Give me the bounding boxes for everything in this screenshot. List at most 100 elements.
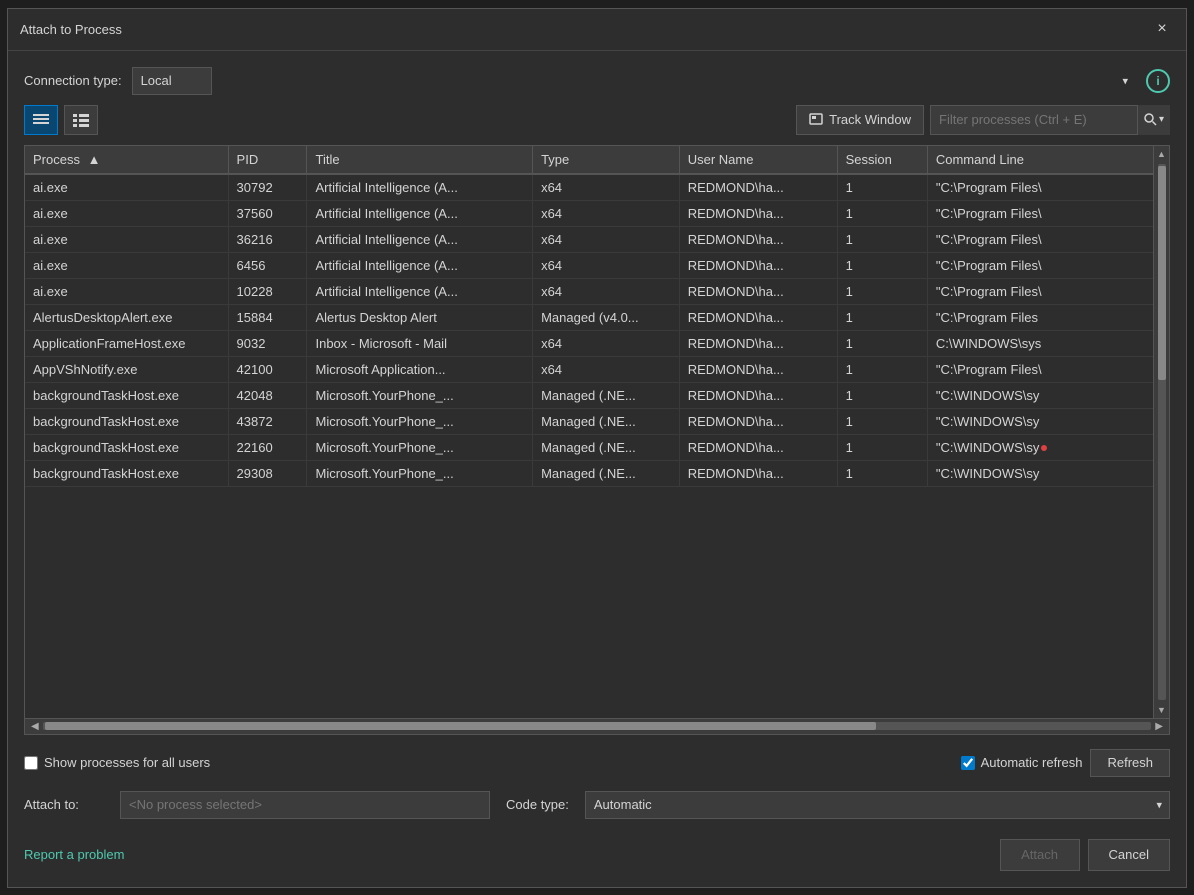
auto-refresh-checkbox[interactable] (961, 756, 975, 770)
table-row[interactable]: ai.exe30792Artificial Intelligence (A...… (25, 174, 1153, 201)
scroll-down-arrow[interactable]: ▼ (1157, 702, 1166, 718)
vscroll-track[interactable] (1158, 164, 1166, 700)
table-cell: 9032 (228, 330, 307, 356)
code-type-select-wrapper: Automatic Managed Native (585, 791, 1170, 819)
table-row[interactable]: backgroundTaskHost.exe22160Microsoft.You… (25, 434, 1153, 460)
filter-input[interactable] (930, 105, 1170, 135)
table-row[interactable]: backgroundTaskHost.exe42048Microsoft.You… (25, 382, 1153, 408)
connection-type-label: Connection type: (24, 73, 122, 88)
table-cell: "C:\WINDOWS\sy (927, 382, 1153, 408)
table-scroll-area[interactable]: Process ▲ PID Title Type User Name Sessi… (25, 146, 1153, 718)
table-cell: 1 (837, 408, 927, 434)
refresh-button[interactable]: Refresh (1090, 749, 1170, 777)
auto-refresh-text: Automatic refresh (981, 755, 1083, 770)
scroll-left-arrow[interactable]: ◀ (27, 721, 43, 732)
table-cell: 1 (837, 200, 927, 226)
col-header-title[interactable]: Title (307, 146, 533, 174)
table-cell: Managed (.NE... (533, 408, 680, 434)
auto-refresh-label[interactable]: Automatic refresh (961, 755, 1083, 770)
table-row[interactable]: ai.exe36216Artificial Intelligence (A...… (25, 226, 1153, 252)
filter-search-button[interactable]: ▾ (1137, 105, 1170, 135)
table-cell: REDMOND\ha... (679, 200, 837, 226)
table-row[interactable]: backgroundTaskHost.exe29308Microsoft.You… (25, 460, 1153, 486)
search-icon (1144, 113, 1157, 126)
show-all-users-checkbox[interactable] (24, 756, 38, 770)
table-cell: Artificial Intelligence (A... (307, 252, 533, 278)
show-all-users-text: Show processes for all users (44, 755, 210, 770)
table-cell: 1 (837, 434, 927, 460)
table-cell: "C:\Program Files\ (927, 226, 1153, 252)
table-row[interactable]: AlertusDesktopAlert.exe15884Alertus Desk… (25, 304, 1153, 330)
track-window-button[interactable]: Track Window (796, 105, 924, 135)
close-button[interactable]: × (1150, 17, 1174, 41)
table-cell: Managed (v4.0... (533, 304, 680, 330)
table-cell: 42100 (228, 356, 307, 382)
col-header-process[interactable]: Process ▲ (25, 146, 228, 174)
hscroll-track[interactable] (43, 722, 1152, 730)
list-icon (33, 113, 49, 127)
table-cell: "C:\WINDOWS\sy (927, 434, 1153, 460)
vertical-scrollbar[interactable]: ▲ ▼ (1153, 146, 1169, 718)
connection-info-icon[interactable]: i (1146, 69, 1170, 93)
track-window-label: Track Window (829, 112, 911, 127)
report-problem-link[interactable]: Report a problem (24, 847, 124, 862)
toolbar-row: Track Window ▾ (24, 105, 1170, 135)
attach-button[interactable]: Attach (1000, 839, 1080, 871)
table-cell: backgroundTaskHost.exe (25, 408, 228, 434)
scroll-right-arrow[interactable]: ▶ (1151, 721, 1167, 732)
view-detail-button[interactable] (64, 105, 98, 135)
table-cell: "C:\Program Files\ (927, 252, 1153, 278)
attach-to-input[interactable] (120, 791, 490, 819)
table-cell: x64 (533, 356, 680, 382)
title-bar: Attach to Process × (8, 9, 1186, 51)
table-cell: REDMOND\ha... (679, 330, 837, 356)
table-cell: "C:\Program Files\ (927, 356, 1153, 382)
cancel-button[interactable]: Cancel (1088, 839, 1170, 871)
detail-icon (73, 113, 89, 127)
code-type-select[interactable]: Automatic Managed Native (585, 791, 1170, 819)
table-cell: 1 (837, 356, 927, 382)
table-cell: 6456 (228, 252, 307, 278)
table-row[interactable]: ApplicationFrameHost.exe9032Inbox - Micr… (25, 330, 1153, 356)
show-all-users-label[interactable]: Show processes for all users (24, 755, 210, 770)
table-row[interactable]: ai.exe37560Artificial Intelligence (A...… (25, 200, 1153, 226)
table-row[interactable]: ai.exe10228Artificial Intelligence (A...… (25, 278, 1153, 304)
col-header-pid[interactable]: PID (228, 146, 307, 174)
table-row[interactable]: backgroundTaskHost.exe43872Microsoft.You… (25, 408, 1153, 434)
hscroll-thumb (45, 722, 876, 730)
table-cell: "C:\Program Files\ (927, 278, 1153, 304)
table-cell: 29308 (228, 460, 307, 486)
auto-refresh-area: Automatic refresh Refresh (961, 749, 1170, 777)
table-cell: backgroundTaskHost.exe (25, 382, 228, 408)
table-row[interactable]: ai.exe6456Artificial Intelligence (A...x… (25, 252, 1153, 278)
connection-type-select-wrapper: Local Remote (132, 67, 1136, 95)
table-cell: x64 (533, 278, 680, 304)
table-row[interactable]: AppVShNotify.exe42100Microsoft Applicati… (25, 356, 1153, 382)
table-cell: Microsoft Application... (307, 356, 533, 382)
table-cell: 1 (837, 460, 927, 486)
table-cell: ai.exe (25, 226, 228, 252)
attach-to-process-dialog: Attach to Process × Connection type: Loc… (7, 8, 1187, 888)
col-header-username[interactable]: User Name (679, 146, 837, 174)
vscroll-thumb (1158, 166, 1166, 380)
table-header: Process ▲ PID Title Type User Name Sessi… (25, 146, 1153, 174)
table-cell: x64 (533, 174, 680, 201)
table-cell: 1 (837, 278, 927, 304)
table-cell: Microsoft.YourPhone_... (307, 408, 533, 434)
horizontal-scrollbar[interactable]: ◀ ▶ (25, 718, 1169, 734)
col-header-cmdline[interactable]: Command Line (927, 146, 1153, 174)
scroll-up-arrow[interactable]: ▲ (1157, 146, 1166, 162)
view-list-button[interactable] (24, 105, 58, 135)
table-cell: x64 (533, 226, 680, 252)
dialog-title: Attach to Process (20, 22, 122, 37)
table-cell: 15884 (228, 304, 307, 330)
table-cell: backgroundTaskHost.exe (25, 460, 228, 486)
col-header-type[interactable]: Type (533, 146, 680, 174)
table-cell: REDMOND\ha... (679, 304, 837, 330)
table-cell: AlertusDesktopAlert.exe (25, 304, 228, 330)
col-header-session[interactable]: Session (837, 146, 927, 174)
table-cell: REDMOND\ha... (679, 382, 837, 408)
table-cell: REDMOND\ha... (679, 278, 837, 304)
connection-type-select[interactable]: Local Remote (132, 67, 212, 95)
table-cell: Inbox - Microsoft - Mail (307, 330, 533, 356)
